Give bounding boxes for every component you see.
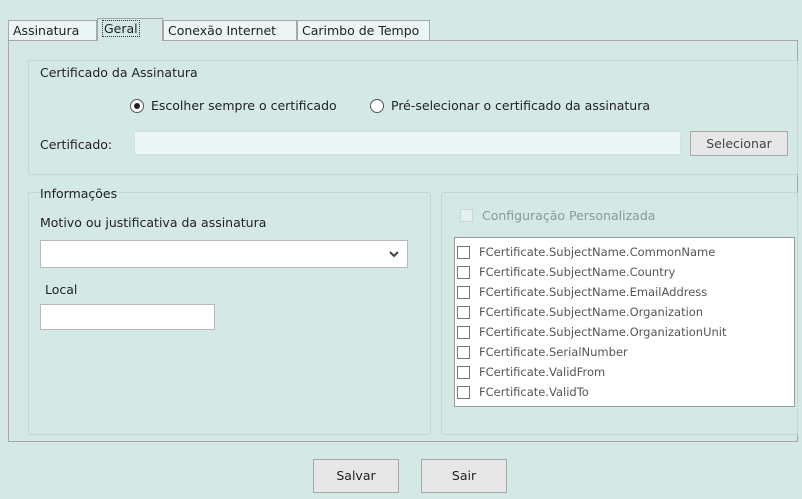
- list-item-label: FCertificate.SubjectName.CommonName: [479, 245, 716, 259]
- list-item-checkbox[interactable]: [457, 265, 470, 279]
- radio-always-choose-circle[interactable]: [130, 98, 144, 113]
- list-item-label: FCertificate.SerialNumber: [479, 345, 628, 359]
- tab-geral[interactable]: Geral: [97, 18, 163, 41]
- exit-button[interactable]: Sair: [421, 459, 507, 493]
- radio-preselect[interactable]: Pré-selecionar o certificado da assinatu…: [370, 98, 650, 113]
- certificate-fields-list[interactable]: FCertificate.SubjectName.CommonName FCer…: [454, 237, 795, 407]
- list-item-label: FCertificate.SubjectName.EmailAddress: [479, 285, 708, 299]
- tab-geral-label: Geral: [102, 20, 140, 37]
- list-item[interactable]: FCertificate.SubjectName.OrganizationUni…: [457, 322, 727, 342]
- certificado-group-title: Certificado da Assinatura: [40, 65, 198, 80]
- certificado-field-label: Certificado:: [40, 137, 113, 152]
- location-input[interactable]: [40, 304, 215, 330]
- custom-config-checkbox[interactable]: Configuração Personalizada: [460, 208, 655, 223]
- list-item-checkbox[interactable]: [457, 345, 470, 359]
- radio-preselect-label: Pré-selecionar o certificado da assinatu…: [391, 98, 651, 113]
- list-item-checkbox[interactable]: [457, 365, 470, 379]
- informacoes-group-title: Informações: [40, 186, 118, 201]
- list-item-label: FCertificate.SubjectName.Organization: [479, 305, 704, 319]
- selecionar-button[interactable]: Selecionar: [690, 131, 788, 156]
- radio-selected-dot: [134, 102, 140, 109]
- list-item[interactable]: FCertificate.SubjectName.Country: [457, 262, 675, 282]
- list-item-checkbox[interactable]: [457, 325, 470, 339]
- list-item-checkbox[interactable]: [457, 245, 470, 259]
- list-item-label: FCertificate.SubjectName.OrganizationUni…: [479, 325, 727, 339]
- tab-assinatura[interactable]: Assinatura: [8, 20, 97, 40]
- list-item-checkbox[interactable]: [457, 285, 470, 299]
- chevron-down-icon: [389, 251, 399, 258]
- list-item-label: FCertificate.SubjectName.Country: [479, 265, 676, 279]
- radio-always-choose-label: Escolher sempre o certificado: [151, 98, 337, 113]
- tab-carimbo-de-tempo[interactable]: Carimbo de Tempo: [297, 20, 430, 40]
- custom-config-checkbox-box[interactable]: [460, 209, 473, 222]
- list-item[interactable]: FCertificate.SubjectName.Organization: [457, 302, 703, 322]
- custom-config-label: Configuração Personalizada: [482, 208, 656, 223]
- tab-bar: Assinatura Geral Conexão Internet Carimb…: [8, 18, 798, 41]
- radio-preselect-circle[interactable]: [370, 98, 384, 113]
- list-item[interactable]: FCertificate.SubjectName.EmailAddress: [457, 282, 707, 302]
- certificado-field[interactable]: [134, 131, 681, 155]
- list-item-label: FCertificate.ValidFrom: [479, 365, 606, 379]
- list-item-label: FCertificate.ValidTo: [479, 385, 589, 399]
- tab-conexao-internet[interactable]: Conexão Internet: [163, 20, 297, 40]
- list-item[interactable]: FCertificate.ValidTo: [457, 382, 589, 402]
- save-button[interactable]: Salvar: [313, 459, 399, 493]
- location-label: Local: [45, 282, 78, 297]
- list-item[interactable]: FCertificate.ValidFrom: [457, 362, 605, 382]
- reason-label: Motivo ou justificativa da assinatura: [40, 215, 267, 230]
- list-item[interactable]: FCertificate.SerialNumber: [457, 342, 628, 362]
- reason-select[interactable]: [40, 240, 408, 268]
- list-item-checkbox[interactable]: [457, 305, 470, 319]
- list-item[interactable]: FCertificate.SubjectName.CommonName: [457, 242, 715, 262]
- radio-always-choose[interactable]: Escolher sempre o certificado: [130, 98, 337, 113]
- list-item-checkbox[interactable]: [457, 385, 470, 399]
